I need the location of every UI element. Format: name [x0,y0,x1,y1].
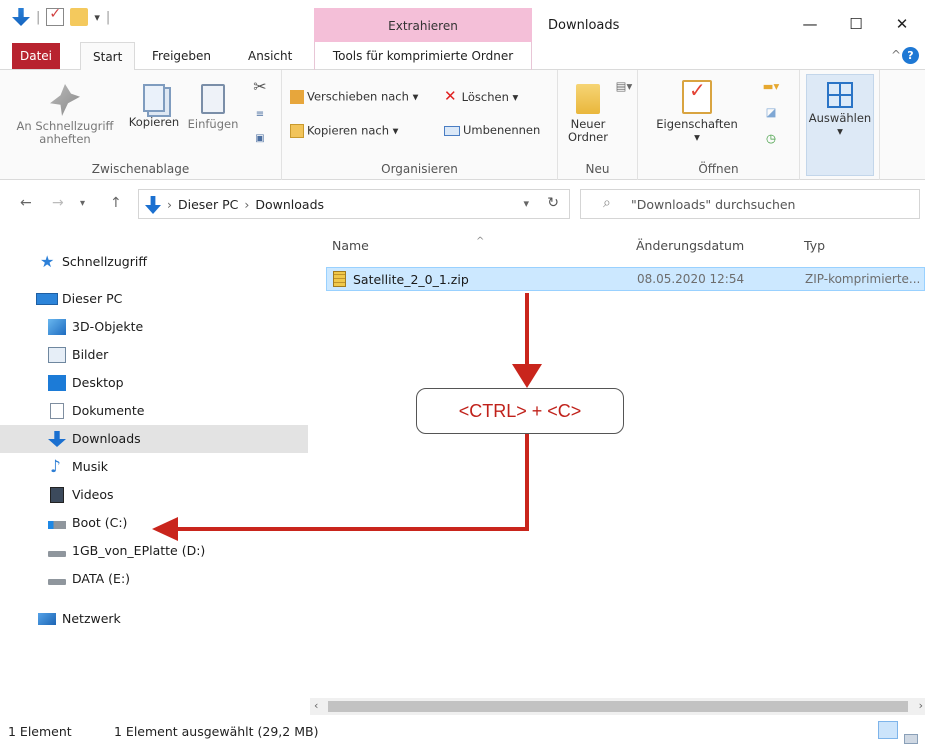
item-count: 1 Element [8,724,72,739]
status-bar: 1 Element 1 Element ausgewählt (29,2 MB) [0,715,925,745]
arrow-down-head [512,364,542,388]
large-icons-icon [904,734,918,744]
horizontal-scrollbar[interactable]: ‹ › [310,698,925,715]
scroll-right-icon[interactable]: › [919,699,923,712]
details-view-button[interactable] [878,721,898,739]
large-icons-view-button[interactable] [902,721,922,744]
shortcut-callout: <CTRL> + <C> [416,388,624,434]
annotation-arrows [152,293,542,541]
scrollbar-thumb[interactable] [328,701,908,712]
selection-info: 1 Element ausgewählt (29,2 MB) [114,724,319,739]
scroll-left-icon[interactable]: ‹ [314,699,318,712]
arrow-left-head [152,517,178,541]
arrow-left-shaft [178,434,529,531]
